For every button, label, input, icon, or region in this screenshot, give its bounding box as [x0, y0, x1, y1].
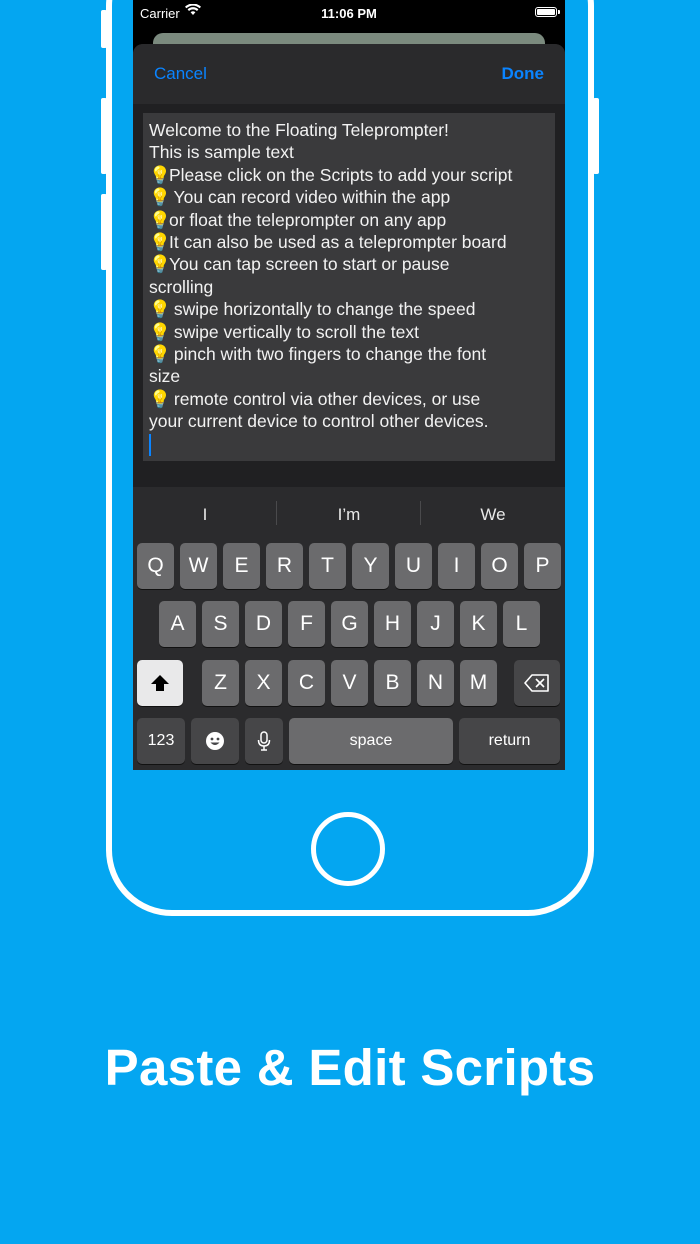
lightbulb-icon: 💡	[149, 187, 171, 208]
key-j[interactable]: J	[417, 601, 454, 647]
editor-line: 💡You can tap screen to start or pause	[149, 253, 549, 275]
editor-line-text: You can record video within the app	[169, 187, 451, 208]
key-d[interactable]: D	[245, 601, 282, 647]
phone-volume-up	[101, 98, 107, 174]
phone-screen: Carrier 11:06 PM Cancel Done Welcome to …	[133, 0, 565, 770]
key-k[interactable]: K	[460, 601, 497, 647]
key-u[interactable]: U	[395, 543, 432, 589]
editor-line: 💡It can also be used as a teleprompter b…	[149, 231, 549, 253]
home-button	[311, 812, 385, 886]
shift-icon	[150, 671, 170, 694]
cancel-button[interactable]: Cancel	[154, 64, 207, 84]
key-f[interactable]: F	[288, 601, 325, 647]
editor-line: 💡 You can record video within the app	[149, 186, 549, 208]
editor-line-text: scrolling	[149, 276, 214, 297]
editor-line: This is sample text	[149, 141, 549, 163]
emoji-key[interactable]	[191, 718, 239, 764]
editor-line: size	[149, 365, 549, 387]
dictation-key[interactable]	[245, 718, 283, 764]
editor-line-text: your current device to control other dev…	[149, 411, 489, 432]
editor-line-text: You can tap screen to start or pause	[169, 254, 450, 275]
suggestion-3[interactable]: We	[421, 505, 565, 525]
key-i[interactable]: I	[438, 543, 475, 589]
key-p[interactable]: P	[524, 543, 561, 589]
edit-sheet: Cancel Done Welcome to the Floating Tele…	[133, 44, 565, 770]
keyboard: I I’m We QWERTYUIOPASDFGHJKLZXCVBNM 123	[133, 487, 565, 770]
lightbulb-icon: 💡	[149, 232, 171, 253]
editor-line-text: size	[149, 366, 181, 387]
editor-line-text: Please click on the Scripts to add your …	[169, 164, 513, 185]
phone-side-button	[101, 10, 107, 48]
shift-key[interactable]	[137, 660, 183, 706]
status-bar: Carrier 11:06 PM	[133, 0, 565, 28]
lightbulb-icon: 💡	[149, 209, 171, 230]
editor-line: scrolling	[149, 276, 549, 298]
numbers-key[interactable]: 123	[137, 718, 185, 764]
lightbulb-icon: 💡	[149, 344, 171, 365]
mic-icon	[257, 729, 271, 752]
editor-line-text: This is sample text	[149, 142, 294, 163]
suggestion-2[interactable]: I’m	[277, 505, 421, 525]
key-c[interactable]: C	[288, 660, 325, 706]
editor-line: 💡 pinch with two fingers to change the f…	[149, 343, 549, 365]
phone-volume-down	[101, 194, 107, 270]
key-n[interactable]: N	[417, 660, 454, 706]
editor-line-text: It can also be used as a teleprompter bo…	[169, 232, 507, 253]
key-b[interactable]: B	[374, 660, 411, 706]
return-key[interactable]: return	[459, 718, 560, 764]
key-r[interactable]: R	[266, 543, 303, 589]
lightbulb-icon: 💡	[149, 299, 171, 320]
suggestion-1[interactable]: I	[133, 505, 277, 525]
key-l[interactable]: L	[503, 601, 540, 647]
key-h[interactable]: H	[374, 601, 411, 647]
lightbulb-icon: 💡	[149, 254, 171, 275]
delete-icon	[524, 671, 550, 694]
key-t[interactable]: T	[309, 543, 346, 589]
status-time: 11:06 PM	[321, 6, 377, 21]
lightbulb-icon: 💡	[149, 321, 171, 342]
lightbulb-icon: 💡	[149, 164, 171, 185]
phone-power-button	[593, 98, 599, 174]
key-e[interactable]: E	[223, 543, 260, 589]
editor-line: 💡 swipe horizontally to change the speed	[149, 298, 549, 320]
key-g[interactable]: G	[331, 601, 368, 647]
editor-line-text: Welcome to the Floating Teleprompter!	[149, 120, 449, 140]
key-s[interactable]: S	[202, 601, 239, 647]
key-m[interactable]: M	[460, 660, 497, 706]
editor-line-text: or float the teleprompter on any app	[169, 209, 447, 230]
editor-line: 💡 remote control via other devices, or u…	[149, 388, 549, 410]
delete-key[interactable]	[514, 660, 560, 706]
editor-container: Welcome to the Floating Teleprompter! Thi…	[133, 104, 565, 488]
lightbulb-icon: 💡	[149, 388, 171, 409]
editor-line: your current device to control other dev…	[149, 410, 549, 432]
script-text-editor[interactable]: Welcome to the Floating Teleprompter! Thi…	[143, 113, 555, 461]
key-z[interactable]: Z	[202, 660, 239, 706]
predictive-bar: I I’m We	[133, 487, 565, 541]
editor-line-text: remote control via other devices, or use	[169, 388, 481, 409]
editor-line-text: swipe vertically to scroll the text	[169, 321, 419, 342]
done-button[interactable]: Done	[502, 64, 545, 84]
battery-icon	[535, 7, 560, 17]
space-key[interactable]: space	[289, 718, 453, 764]
emoji-icon	[205, 729, 225, 752]
editor-line: Welcome to the Floating Teleprompter!	[149, 119, 549, 141]
text-caret	[149, 434, 151, 457]
key-o[interactable]: O	[481, 543, 518, 589]
key-x[interactable]: X	[245, 660, 282, 706]
promo-caption: Paste & Edit Scripts	[104, 1039, 596, 1096]
key-y[interactable]: Y	[352, 543, 389, 589]
key-q[interactable]: Q	[137, 543, 174, 589]
editor-line: 💡or float the teleprompter on any app	[149, 209, 549, 231]
key-v[interactable]: V	[331, 660, 368, 706]
key-a[interactable]: A	[159, 601, 196, 647]
editor-line: 💡 swipe vertically to scroll the text	[149, 321, 549, 343]
editor-line: 💡Please click on the Scripts to add your…	[149, 164, 549, 186]
navigation-bar: Cancel Done	[133, 44, 565, 105]
key-w[interactable]: W	[180, 543, 217, 589]
editor-line-text: pinch with two fingers to change the fon…	[169, 344, 487, 365]
editor-line-text: swipe horizontally to change the speed	[169, 299, 476, 320]
